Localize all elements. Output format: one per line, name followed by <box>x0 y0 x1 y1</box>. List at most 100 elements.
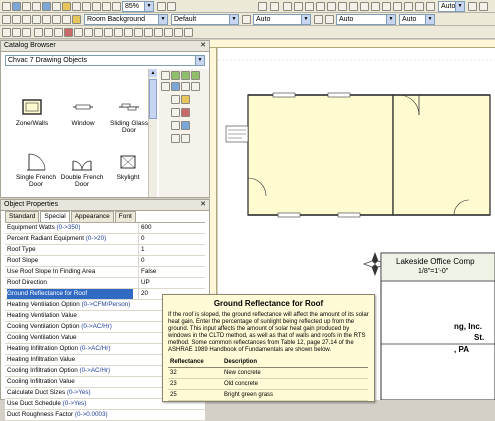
palette-door-icon[interactable] <box>181 82 190 91</box>
palette-window-icon[interactable] <box>171 82 180 91</box>
palette-select-icon[interactable] <box>161 71 170 80</box>
property-value[interactable]: 600 <box>138 223 207 233</box>
format-auto-select-2[interactable]: Auto ▼ <box>399 14 435 25</box>
rectangle-tool-icon[interactable] <box>22 15 31 24</box>
scroll-up-icon[interactable]: ▲ <box>149 69 157 77</box>
palette-roof-icon[interactable] <box>191 82 200 91</box>
palette-wall-icon[interactable] <box>161 82 170 91</box>
italic-icon[interactable] <box>44 28 53 37</box>
tab-standard[interactable]: Standard <box>5 211 40 222</box>
property-value[interactable]: 0 <box>138 256 207 266</box>
fit-width-icon[interactable] <box>82 2 91 11</box>
pointer-tool-icon[interactable] <box>2 2 11 11</box>
zoom-in-small-icon[interactable] <box>157 2 166 11</box>
line-tool-icon[interactable] <box>12 15 21 24</box>
property-row[interactable]: Roof Type 1 <box>5 245 205 256</box>
palette-dimension-icon[interactable] <box>181 121 190 130</box>
palette-equipment-icon[interactable] <box>181 95 190 104</box>
bring-front-icon[interactable] <box>382 2 391 11</box>
flip-icon[interactable] <box>426 2 435 11</box>
select-tool-icon[interactable] <box>2 15 11 24</box>
palette-duct-icon[interactable] <box>171 108 180 117</box>
catalog-tile-single-french-door[interactable]: Single French Door <box>13 147 59 191</box>
hand-tool-icon[interactable] <box>12 2 21 11</box>
ellipse-tool-icon[interactable] <box>32 15 41 24</box>
snap-icon[interactable] <box>349 2 358 11</box>
property-row[interactable]: Percent Radiant Equipment (0->20) 0 <box>5 234 205 245</box>
text-format-icon[interactable] <box>144 28 153 37</box>
property-row[interactable]: Roof Slope 0 <box>5 256 205 267</box>
zoom-window-icon[interactable] <box>42 2 51 11</box>
open-icon[interactable] <box>2 28 11 37</box>
text-tool-icon[interactable] <box>62 15 71 24</box>
refresh-icon[interactable] <box>62 2 71 11</box>
copy-icon[interactable] <box>294 2 303 11</box>
palette-space-icon[interactable] <box>191 71 200 80</box>
palette-skylight-icon[interactable] <box>171 95 180 104</box>
zoom-extents-icon[interactable] <box>52 2 61 11</box>
spell-check-icon[interactable] <box>184 28 193 37</box>
tab-appearance[interactable]: Appearance <box>70 211 114 222</box>
property-value[interactable]: False <box>138 267 207 277</box>
help-icon[interactable] <box>468 2 477 11</box>
redo-icon[interactable] <box>270 2 279 11</box>
palette-zone-icon[interactable] <box>171 71 180 80</box>
property-row[interactable]: Use Roof Slope In Finding Area False <box>5 267 205 278</box>
room-background-select[interactable]: Room Background ▼ <box>84 14 168 25</box>
delete-icon[interactable] <box>316 2 325 11</box>
paste-icon[interactable] <box>305 2 314 11</box>
scroll-thumb[interactable] <box>149 79 157 119</box>
zoom-out-small-icon[interactable] <box>167 2 176 11</box>
property-value[interactable]: 1 <box>138 245 207 255</box>
undo-icon[interactable] <box>258 2 267 11</box>
catalog-tile-skylight[interactable]: Skylight <box>105 147 151 191</box>
symbol-icon[interactable] <box>174 28 183 37</box>
property-row[interactable]: Equipment Watts (0->350) 600 <box>5 223 205 234</box>
fill-tool-icon[interactable] <box>72 15 81 24</box>
align-left-icon[interactable] <box>74 28 83 37</box>
justify-icon[interactable] <box>104 28 113 37</box>
tab-font[interactable]: Font <box>114 211 136 222</box>
catalog-tile-double-french-door[interactable]: Double French Door <box>59 147 105 191</box>
property-row[interactable]: Roof Direction UP <box>5 278 205 289</box>
zoom-out-icon[interactable] <box>32 2 41 11</box>
palette-compass-icon[interactable] <box>171 134 180 143</box>
info-icon[interactable] <box>479 2 488 11</box>
save-icon[interactable] <box>12 28 21 37</box>
subscript-icon[interactable] <box>164 28 173 37</box>
align-right-icon[interactable] <box>94 28 103 37</box>
default-style-select[interactable]: Default ▼ <box>171 14 239 25</box>
print-icon[interactable] <box>338 2 347 11</box>
superscript-icon[interactable] <box>154 28 163 37</box>
text-color-icon[interactable] <box>64 28 73 37</box>
zoom-in-icon[interactable] <box>22 2 31 11</box>
fit-page-icon[interactable] <box>72 2 81 11</box>
bullets-icon[interactable] <box>114 28 123 37</box>
underline-icon[interactable] <box>54 28 63 37</box>
catalog-tile-window[interactable]: Window <box>60 93 106 137</box>
line-pattern-select[interactable]: Auto ▼ <box>336 14 396 25</box>
line-width-select[interactable]: Auto ▼ <box>253 14 311 25</box>
zoom-select[interactable]: 85% ▼ <box>122 1 154 12</box>
grid-icon[interactable] <box>102 2 111 11</box>
send-back-icon[interactable] <box>393 2 402 11</box>
font-size-down-icon[interactable] <box>134 28 143 37</box>
tab-special[interactable]: Special <box>40 211 70 222</box>
property-value[interactable]: UP <box>138 278 207 288</box>
close-icon[interactable]: ✕ <box>200 200 206 210</box>
palette-titleblock-icon[interactable] <box>181 134 190 143</box>
properties-icon[interactable] <box>327 2 336 11</box>
format-auto-select-1[interactable]: Auto ▼ <box>438 1 465 12</box>
catalog-tile-sliding-glass-door[interactable]: Sliding Glass Door <box>106 93 152 137</box>
palette-text-icon[interactable] <box>171 121 180 130</box>
page-view-icon[interactable] <box>92 2 101 11</box>
close-icon[interactable]: ✕ <box>200 41 206 51</box>
cut-icon[interactable] <box>283 2 292 11</box>
palette-room-icon[interactable] <box>181 71 190 80</box>
line-style-icon[interactable] <box>242 15 251 24</box>
font-size-up-icon[interactable] <box>124 28 133 37</box>
catalog-scrollbar[interactable]: ▲ <box>148 69 157 197</box>
align-icon[interactable] <box>404 2 413 11</box>
layers-icon[interactable] <box>112 2 121 11</box>
bold-icon[interactable] <box>34 28 43 37</box>
